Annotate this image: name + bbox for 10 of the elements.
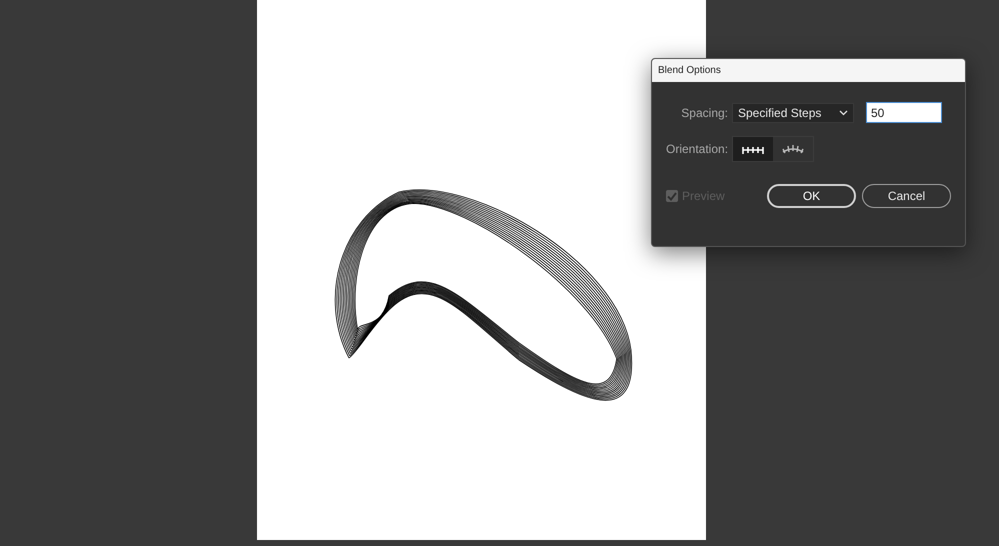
steps-input[interactable]: 50 bbox=[866, 102, 942, 123]
spacing-label: Spacing: bbox=[680, 106, 728, 120]
spacing-dropdown[interactable]: Specified Steps bbox=[732, 102, 854, 122]
cancel-button[interactable]: Cancel bbox=[862, 184, 951, 208]
dialog-title: Blend Options bbox=[658, 65, 721, 76]
caret-icon bbox=[839, 110, 848, 116]
curved-steps-icon bbox=[781, 142, 805, 156]
orientation-label: Orientation: bbox=[666, 142, 728, 156]
ok-button[interactable]: OK bbox=[767, 184, 856, 208]
orientation-page-button[interactable] bbox=[733, 137, 773, 161]
